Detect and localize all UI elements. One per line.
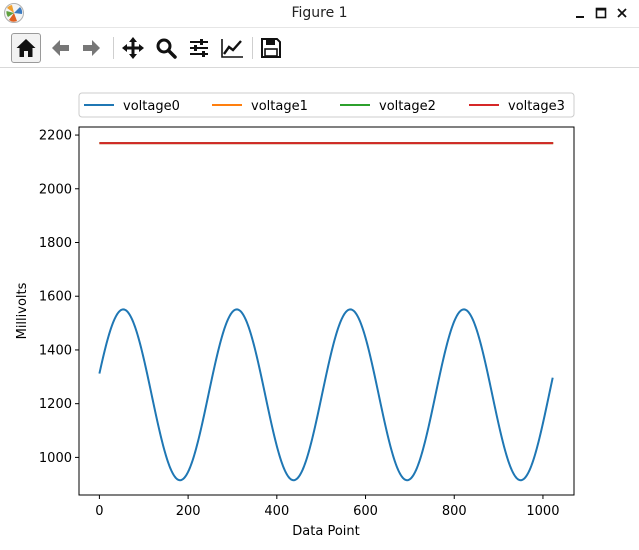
legend-label-voltage2: voltage2 — [379, 99, 436, 114]
close-button[interactable] — [613, 4, 631, 22]
home-button[interactable] — [11, 33, 41, 63]
x-tick-label: 400 — [264, 504, 289, 519]
legend: voltage0 voltage1 voltage2 voltage3 — [78, 92, 575, 118]
zoom-button[interactable] — [151, 33, 181, 63]
window-titlebar: Figure 1 — [0, 0, 639, 28]
window-title: Figure 1 — [291, 5, 348, 21]
figure-canvas[interactable]: 0 200 400 600 800 1000 1000 1200 1400 1600 1800 20… — [0, 68, 639, 546]
edit-axis-button[interactable] — [217, 33, 247, 63]
toolbar-separator — [252, 37, 253, 59]
y-tick-label: 2200 — [39, 129, 72, 144]
legend-label-voltage0: voltage0 — [123, 99, 180, 114]
maximize-icon — [595, 7, 607, 19]
y-tick-label: 1400 — [39, 343, 72, 358]
x-tick-label: 0 — [95, 504, 103, 519]
home-icon — [16, 39, 36, 57]
back-button[interactable] — [45, 33, 75, 63]
axes-line-chart-icon — [221, 39, 243, 58]
figure-background — [0, 68, 639, 546]
maximize-button[interactable] — [592, 4, 610, 22]
y-tick-label: 1600 — [39, 290, 72, 305]
legend-label-voltage3: voltage3 — [508, 99, 565, 114]
x-tick-label: 1000 — [526, 504, 559, 519]
navigation-toolbar — [0, 28, 639, 68]
pan-move-icon — [122, 37, 144, 59]
back-arrow-icon — [52, 40, 69, 56]
y-tick-label: 1000 — [39, 451, 72, 466]
minimize-icon — [576, 16, 584, 18]
save-floppy-icon — [261, 38, 281, 58]
save-button[interactable] — [256, 33, 286, 63]
zoom-magnifier-icon — [156, 38, 177, 59]
forward-arrow-icon — [83, 40, 100, 56]
legend-label-voltage1: voltage1 — [251, 99, 308, 114]
y-tick-label: 1200 — [39, 397, 72, 412]
toolbar-separator — [113, 37, 114, 59]
close-icon — [617, 8, 627, 18]
x-axis-label: Data Point — [292, 524, 359, 539]
subplots-sliders-icon — [190, 39, 208, 57]
subplots-button[interactable] — [184, 33, 214, 63]
pan-button[interactable] — [118, 33, 148, 63]
x-tick-label: 200 — [176, 504, 201, 519]
y-tick-label: 1800 — [39, 236, 72, 251]
x-tick-label: 600 — [353, 504, 378, 519]
forward-button[interactable] — [77, 33, 107, 63]
minimize-button[interactable] — [571, 4, 589, 22]
y-tick-label: 2000 — [39, 182, 72, 197]
y-axis-label: Millivolts — [15, 282, 30, 339]
line-chart: 0 200 400 600 800 1000 1000 1200 1400 1600 1800 20… — [0, 68, 639, 546]
x-tick-label: 800 — [442, 504, 467, 519]
